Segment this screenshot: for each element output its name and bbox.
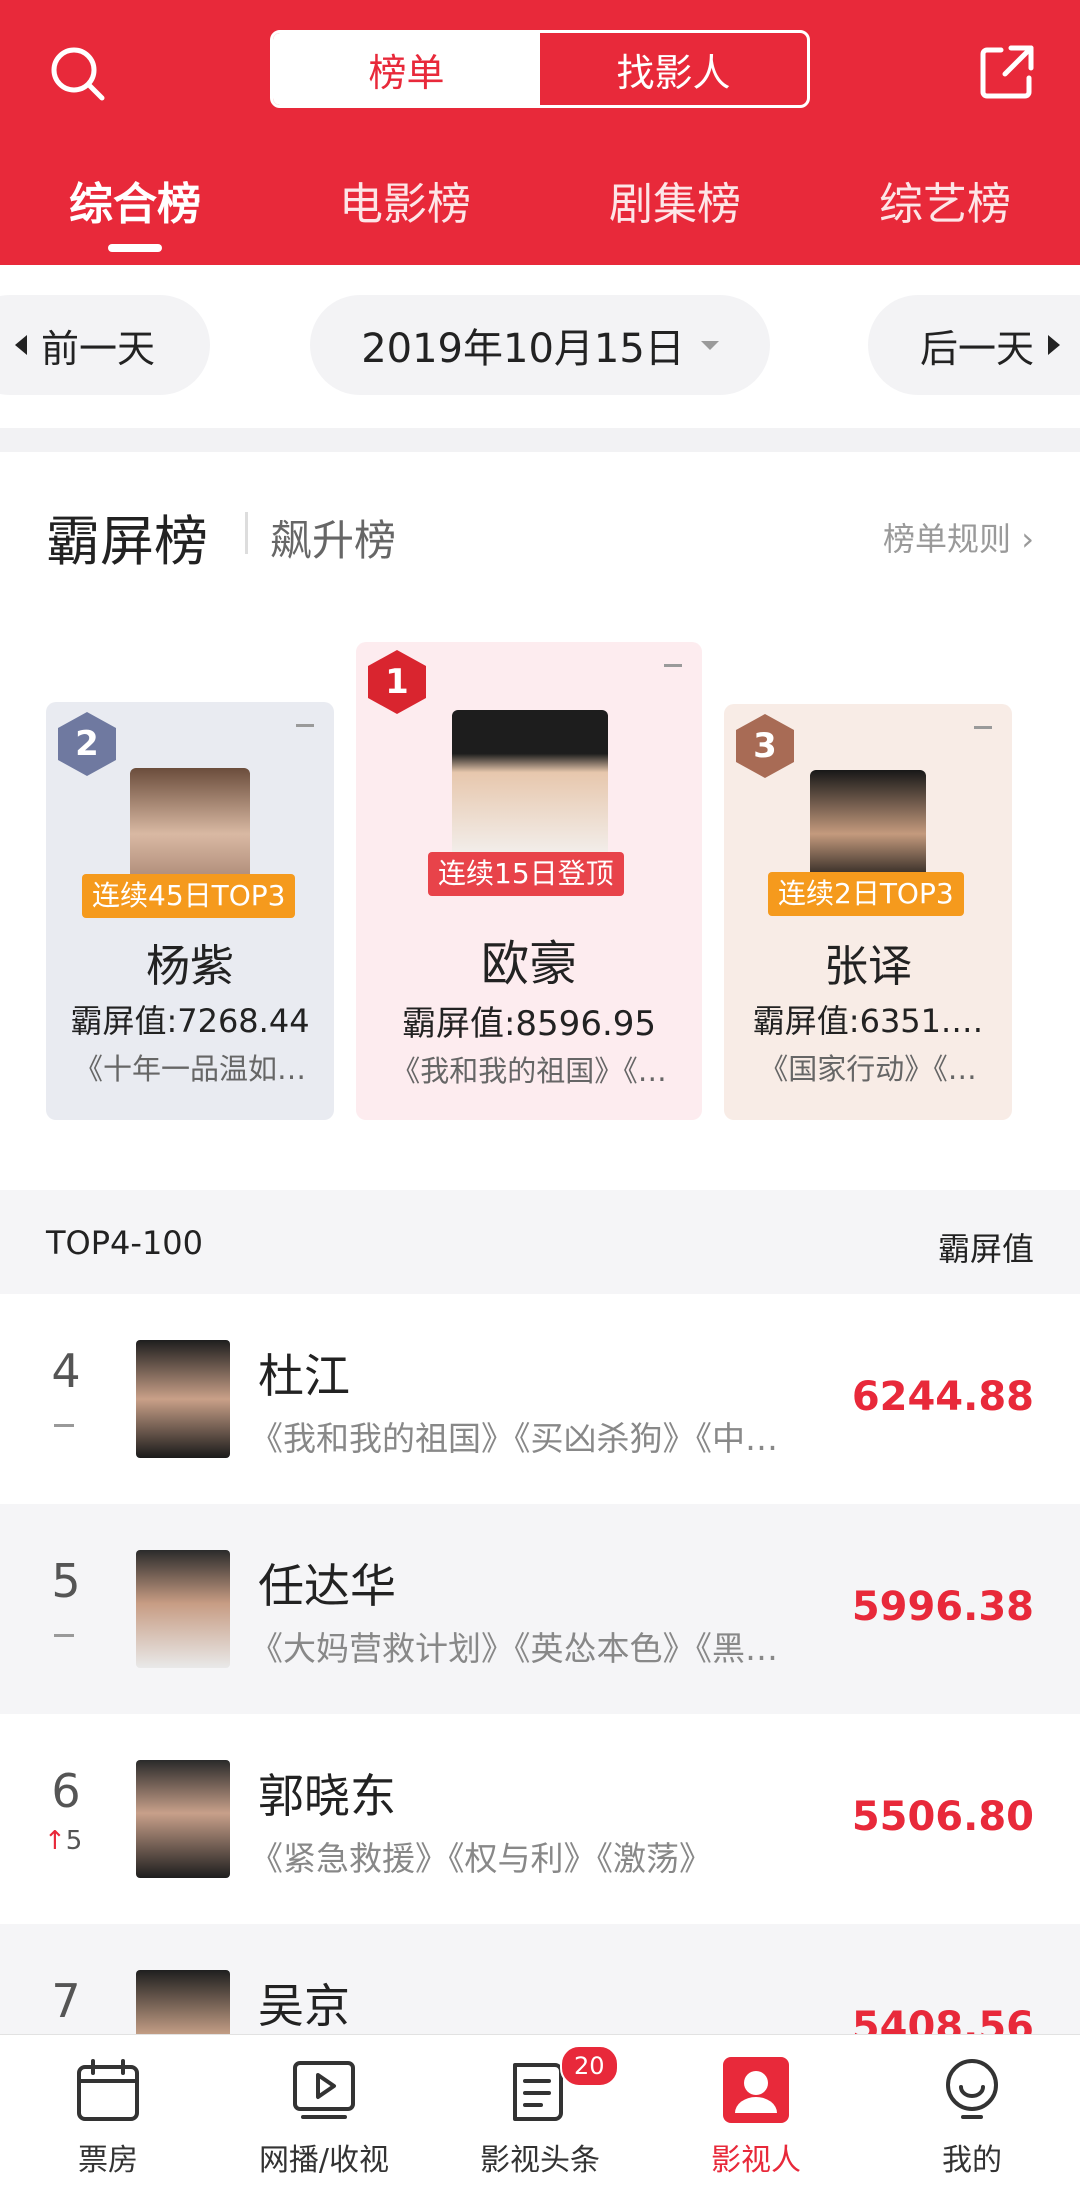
works-list: 《国家行动》《… [759, 1052, 977, 1086]
list-range-label: TOP4-100 [46, 1224, 204, 1262]
no-change-icon [664, 664, 682, 667]
tab-variety[interactable]: 综艺榜 [810, 168, 1080, 248]
chevron-right-icon [1048, 335, 1061, 355]
top-header: 榜单 找影人 综合榜 电影榜 剧集榜 综艺榜 [0, 0, 1080, 265]
prev-day-button[interactable]: 前一天 [0, 295, 210, 395]
rank-badge: 2 [58, 712, 116, 776]
nav-label: 影视人 [711, 2143, 801, 2178]
nav-headlines[interactable]: 20 影视头条 [432, 2035, 648, 2187]
works-list: 《大妈营救计划》《英怂本色》《黑… [250, 1629, 778, 1668]
screen-value: 6244.88 [851, 1374, 1034, 1420]
rank-number: 5 [51, 1554, 81, 1608]
avatar [452, 710, 608, 866]
streak-tag: 连续45日TOP3 [82, 874, 296, 918]
title-divider [245, 512, 248, 554]
list-value-label: 霸屏值 [937, 1230, 1034, 1268]
tab-overall[interactable]: 综合榜 [0, 168, 270, 252]
top-card-rank-3[interactable]: 3 连续2日TOP3 张译 霸屏值:6351.… 《国家行动》《… [724, 704, 1012, 1120]
nav-box-office[interactable]: 票房 [0, 2035, 216, 2187]
tab-series[interactable]: 剧集榜 [540, 168, 810, 248]
avatar [136, 1760, 230, 1878]
play-icon [293, 2061, 355, 2119]
streak-tag: 连续15日登顶 [428, 852, 624, 896]
profile-icon [946, 2059, 998, 2119]
bottom-nav: 票房 网播/收视 20 影视头条 影视人 我的 [0, 2034, 1080, 2187]
person-name: 郭晓东 [258, 1769, 396, 1823]
segment-control: 榜单 找影人 [270, 30, 810, 108]
prev-day-label: 前一天 [40, 326, 155, 371]
person-name: 杨紫 [146, 941, 234, 992]
arrow-up-icon: ↑ [44, 1826, 66, 1856]
person-name: 吴京 [258, 1979, 350, 2033]
works-list: 《我和我的祖国》《… [391, 1054, 667, 1088]
next-day-button[interactable]: 后一天 [868, 295, 1080, 395]
screen-value: 霸屏值:8596.95 [401, 1004, 657, 1044]
ranking-section: 霸屏榜 飙升榜 榜单规则 › 2 连续45日TOP3 杨紫 霸屏值:7268.4… [0, 452, 1080, 1190]
avatar [136, 1550, 230, 1668]
screen-value: 5506.80 [851, 1794, 1034, 1840]
nav-label: 我的 [942, 2143, 1002, 2178]
list-header: TOP4-100 霸屏值 [0, 1190, 1080, 1294]
share-icon[interactable] [975, 40, 1039, 104]
nav-people[interactable]: 影视人 [648, 2035, 864, 2187]
rising-ranking-tab[interactable]: 飙升榜 [270, 507, 396, 568]
streak-tag: 连续2日TOP3 [768, 872, 964, 916]
avatar [136, 1340, 230, 1458]
ranking-title[interactable]: 霸屏榜 [46, 497, 208, 576]
nav-label: 影视头条 [480, 2143, 600, 2178]
screen-value: 霸屏值:6351.… [752, 1002, 984, 1040]
nav-label: 网播/收视 [258, 2143, 390, 2178]
list-item[interactable]: 4 杜江 《我和我的祖国》《买凶杀狗》《中… 6244.88 [0, 1294, 1080, 1504]
calendar-icon [77, 2059, 139, 2121]
rank-badge: 1 [368, 650, 426, 714]
current-date: 2019年10月15日 [361, 326, 685, 372]
rank-number: 6 [51, 1764, 81, 1818]
rank-change-value: 5 [65, 1826, 83, 1856]
nav-streaming[interactable]: 网播/收视 [216, 2035, 432, 2187]
works-list: 《我和我的祖国》《买凶杀狗》《中… [250, 1419, 778, 1458]
screen-value: 霸屏值:7268.44 [70, 1002, 310, 1040]
tab-movie[interactable]: 电影榜 [270, 168, 540, 248]
search-icon[interactable] [46, 42, 110, 106]
top-card-rank-2[interactable]: 2 连续45日TOP3 杨紫 霸屏值:7268.44 《十年一品温如… [46, 702, 334, 1120]
person-name: 欧豪 [480, 936, 577, 992]
category-tabs: 综合榜 电影榜 剧集榜 综艺榜 [0, 168, 1080, 252]
no-change-icon [974, 726, 992, 729]
rank-change: ↑5 [44, 1826, 82, 1856]
avatar [130, 768, 250, 888]
no-change-icon [54, 1634, 74, 1637]
no-change-icon [54, 1424, 74, 1427]
nav-mine[interactable]: 我的 [864, 2035, 1080, 2187]
next-day-label: 后一天 [920, 326, 1035, 371]
notification-badge: 20 [560, 2045, 619, 2087]
rank-number: 4 [51, 1344, 81, 1398]
rank-number: 7 [51, 1974, 81, 2028]
date-picker[interactable]: 2019年10月15日 [310, 295, 770, 395]
list-item[interactable]: 5 任达华 《大妈营救计划》《英怂本色》《黑… 5996.38 [0, 1504, 1080, 1714]
list-item[interactable]: 6 ↑5 郭晓东 《紧急救援》《权与利》《激荡》 5506.80 [0, 1714, 1080, 1924]
screen-value: 5996.38 [851, 1584, 1034, 1630]
person-icon [723, 2057, 789, 2123]
nav-label: 票房 [78, 2143, 138, 2178]
rank-badge: 3 [736, 714, 794, 778]
works-list: 《十年一品温如… [73, 1052, 306, 1086]
avatar [810, 770, 926, 886]
person-name: 任达华 [258, 1559, 396, 1613]
person-name: 杜江 [258, 1349, 350, 1403]
date-bar: 前一天 2019年10月15日 后一天 [0, 265, 1080, 428]
segment-find-people[interactable]: 找影人 [540, 33, 807, 105]
chevron-left-icon [14, 335, 27, 355]
top-card-rank-1[interactable]: 1 连续15日登顶 欧豪 霸屏值:8596.95 《我和我的祖国》《… [356, 642, 702, 1120]
works-list: 《紧急救援》《权与利》《激荡》 [250, 1839, 712, 1878]
segment-ranking[interactable]: 榜单 [273, 33, 540, 105]
person-name: 张译 [824, 941, 912, 992]
caret-down-icon [700, 340, 719, 350]
no-change-icon [296, 724, 314, 727]
ranking-rules-link[interactable]: 榜单规则 › [883, 514, 1034, 560]
